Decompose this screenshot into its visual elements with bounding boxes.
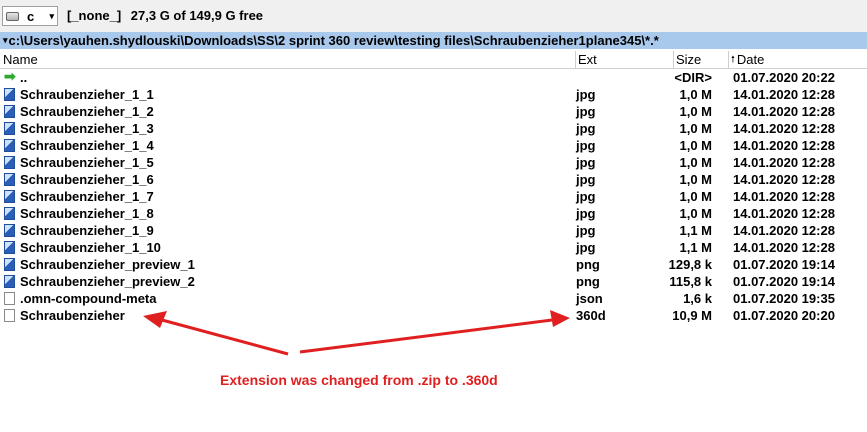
annotation-arrow-to-name: [161, 318, 289, 356]
annotation-arrow-to-ext: [299, 318, 553, 354]
annotation-arrows: [143, 310, 570, 356]
annotation-arrowhead-name: [143, 311, 167, 328]
annotation-text: Extension was changed from .zip to .360d: [220, 372, 498, 388]
annotation-arrowhead-ext: [550, 310, 570, 327]
